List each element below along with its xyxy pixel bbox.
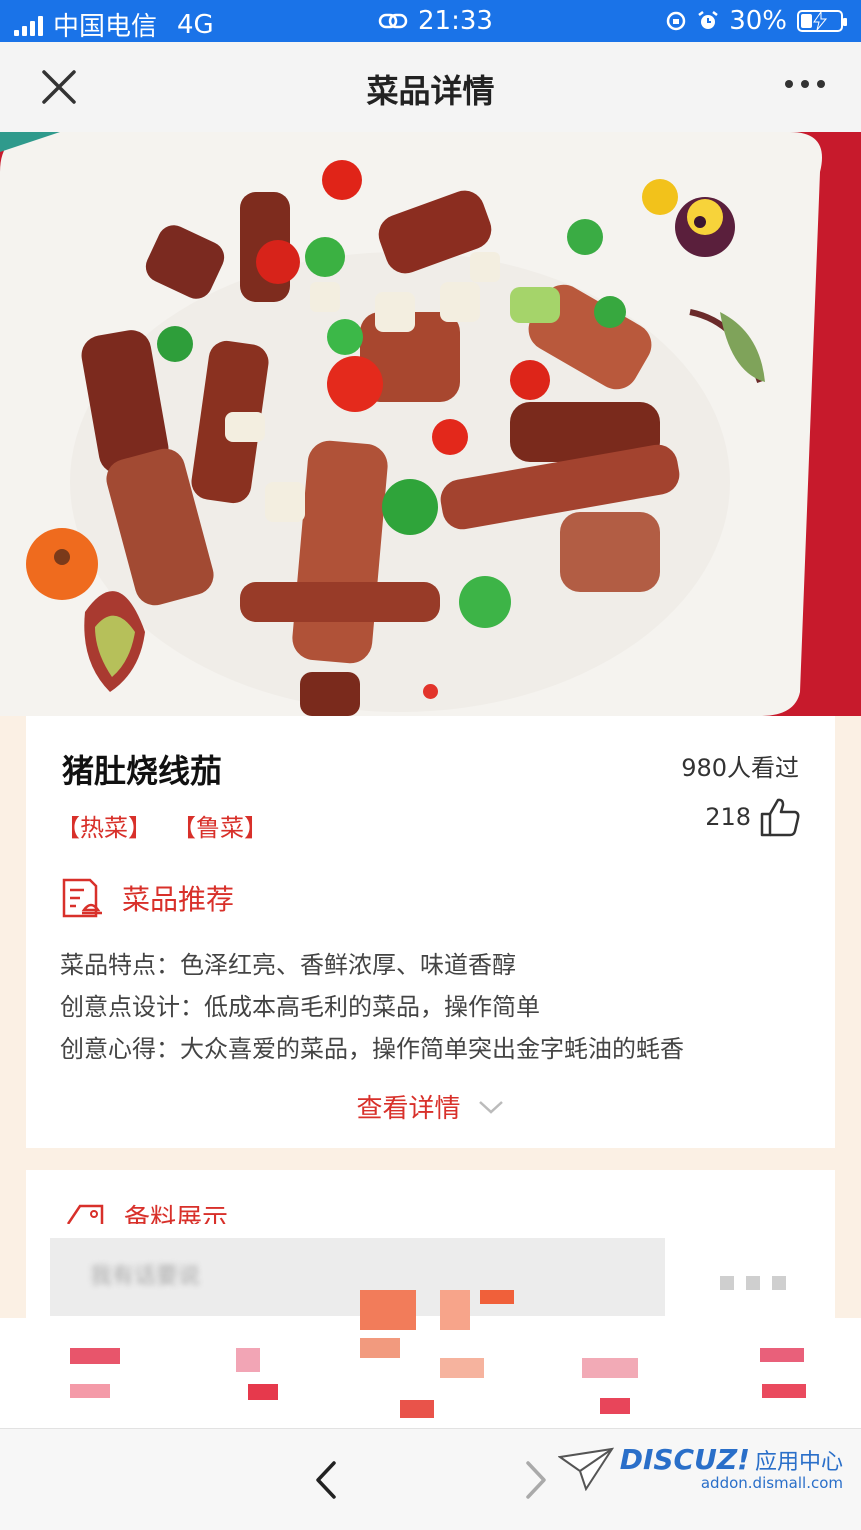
dish-tags: 【热菜】 【鲁菜】 [56, 808, 268, 843]
experience-line: 创意心得：大众喜爱的菜品，操作简单突出金字蚝油的蚝香 [60, 1035, 684, 1063]
comment-placeholder: 我有话要说 [90, 1264, 201, 1289]
more-icon[interactable] [785, 80, 825, 88]
document-icon [62, 878, 102, 918]
ingredients-title: 备料展示 [124, 1203, 229, 1225]
view-details-label: 查看详情 [356, 1094, 461, 1124]
dish-name: 猪肚烧线茄 [62, 752, 223, 790]
back-button[interactable] [306, 1457, 346, 1503]
design-line: 创意点设计：低成本高毛利的菜品，操作简单 [60, 993, 540, 1021]
watermark-suffix: 应用中心 [754, 1450, 843, 1475]
browser-toolbar: DISCUZ! 应用中心 addon.dismall.com [0, 1428, 861, 1530]
like-count: 218 [705, 803, 751, 831]
chevron-down-icon [478, 1100, 503, 1114]
status-center: 21:33 [378, 6, 493, 36]
signal-icon [14, 14, 43, 36]
obscured-action [720, 1276, 792, 1290]
discuz-watermark: DISCUZ! 应用中心 addon.dismall.com [557, 1443, 843, 1492]
alarm-icon [698, 11, 718, 29]
watermark-brand: DISCUZ! [619, 1443, 750, 1476]
obscured-content [0, 1290, 861, 1428]
recommend-section-header: 菜品推荐 [60, 876, 234, 920]
tag-hot-dish[interactable]: 【热菜】 [56, 808, 152, 843]
dish-photo[interactable] [0, 132, 861, 716]
dish-photo-drawing [0, 132, 861, 716]
view-count: 980人看过 [681, 754, 799, 782]
network-label: 4G [177, 9, 214, 40]
status-left: 中国电信 4G [14, 6, 214, 43]
recommend-section-title: 菜品推荐 [122, 883, 235, 916]
watermark-text: DISCUZ! 应用中心 addon.dismall.com [620, 1443, 843, 1492]
page-title: 菜品详情 [366, 72, 495, 110]
nav-bar: 菜品详情 [0, 42, 861, 132]
status-bar: 中国电信 4G 21:33 30% [0, 0, 861, 42]
view-details-link[interactable]: 查看详情 [26, 1088, 835, 1125]
paper-plane-icon [557, 1447, 614, 1491]
carousel-indicator[interactable] [423, 684, 438, 699]
tag-cuisine[interactable]: 【鲁菜】 [172, 808, 268, 843]
battery-percent: 30% [729, 6, 787, 36]
carrier-label: 中国电信 [53, 12, 158, 42]
watermark-domain: addon.dismall.com [700, 1474, 843, 1492]
tag-icon [66, 1204, 104, 1224]
comment-input[interactable]: 我有话要说 [50, 1238, 665, 1316]
thumbs-up-icon [760, 798, 800, 837]
dish-info-card: 猪肚烧线茄 980人看过 【热菜】 【鲁菜】 218 菜品推荐 菜品特点：色泽红… [26, 716, 835, 1148]
forward-button[interactable] [516, 1457, 556, 1503]
ingredients-header: 备料展示 [66, 1198, 228, 1224]
like-button[interactable]: 218 [705, 796, 801, 838]
feature-line: 菜品特点：色泽红亮、香鲜浓厚、味道香醇 [60, 951, 516, 979]
battery-icon [797, 10, 847, 32]
clock: 21:33 [418, 6, 493, 36]
link-icon [378, 13, 408, 29]
status-right: 30% [665, 6, 847, 36]
rotation-lock-icon [666, 11, 686, 31]
dish-description: 菜品特点：色泽红亮、香鲜浓厚、味道香醇 创意点设计：低成本高毛利的菜品，操作简单… [60, 944, 684, 1070]
